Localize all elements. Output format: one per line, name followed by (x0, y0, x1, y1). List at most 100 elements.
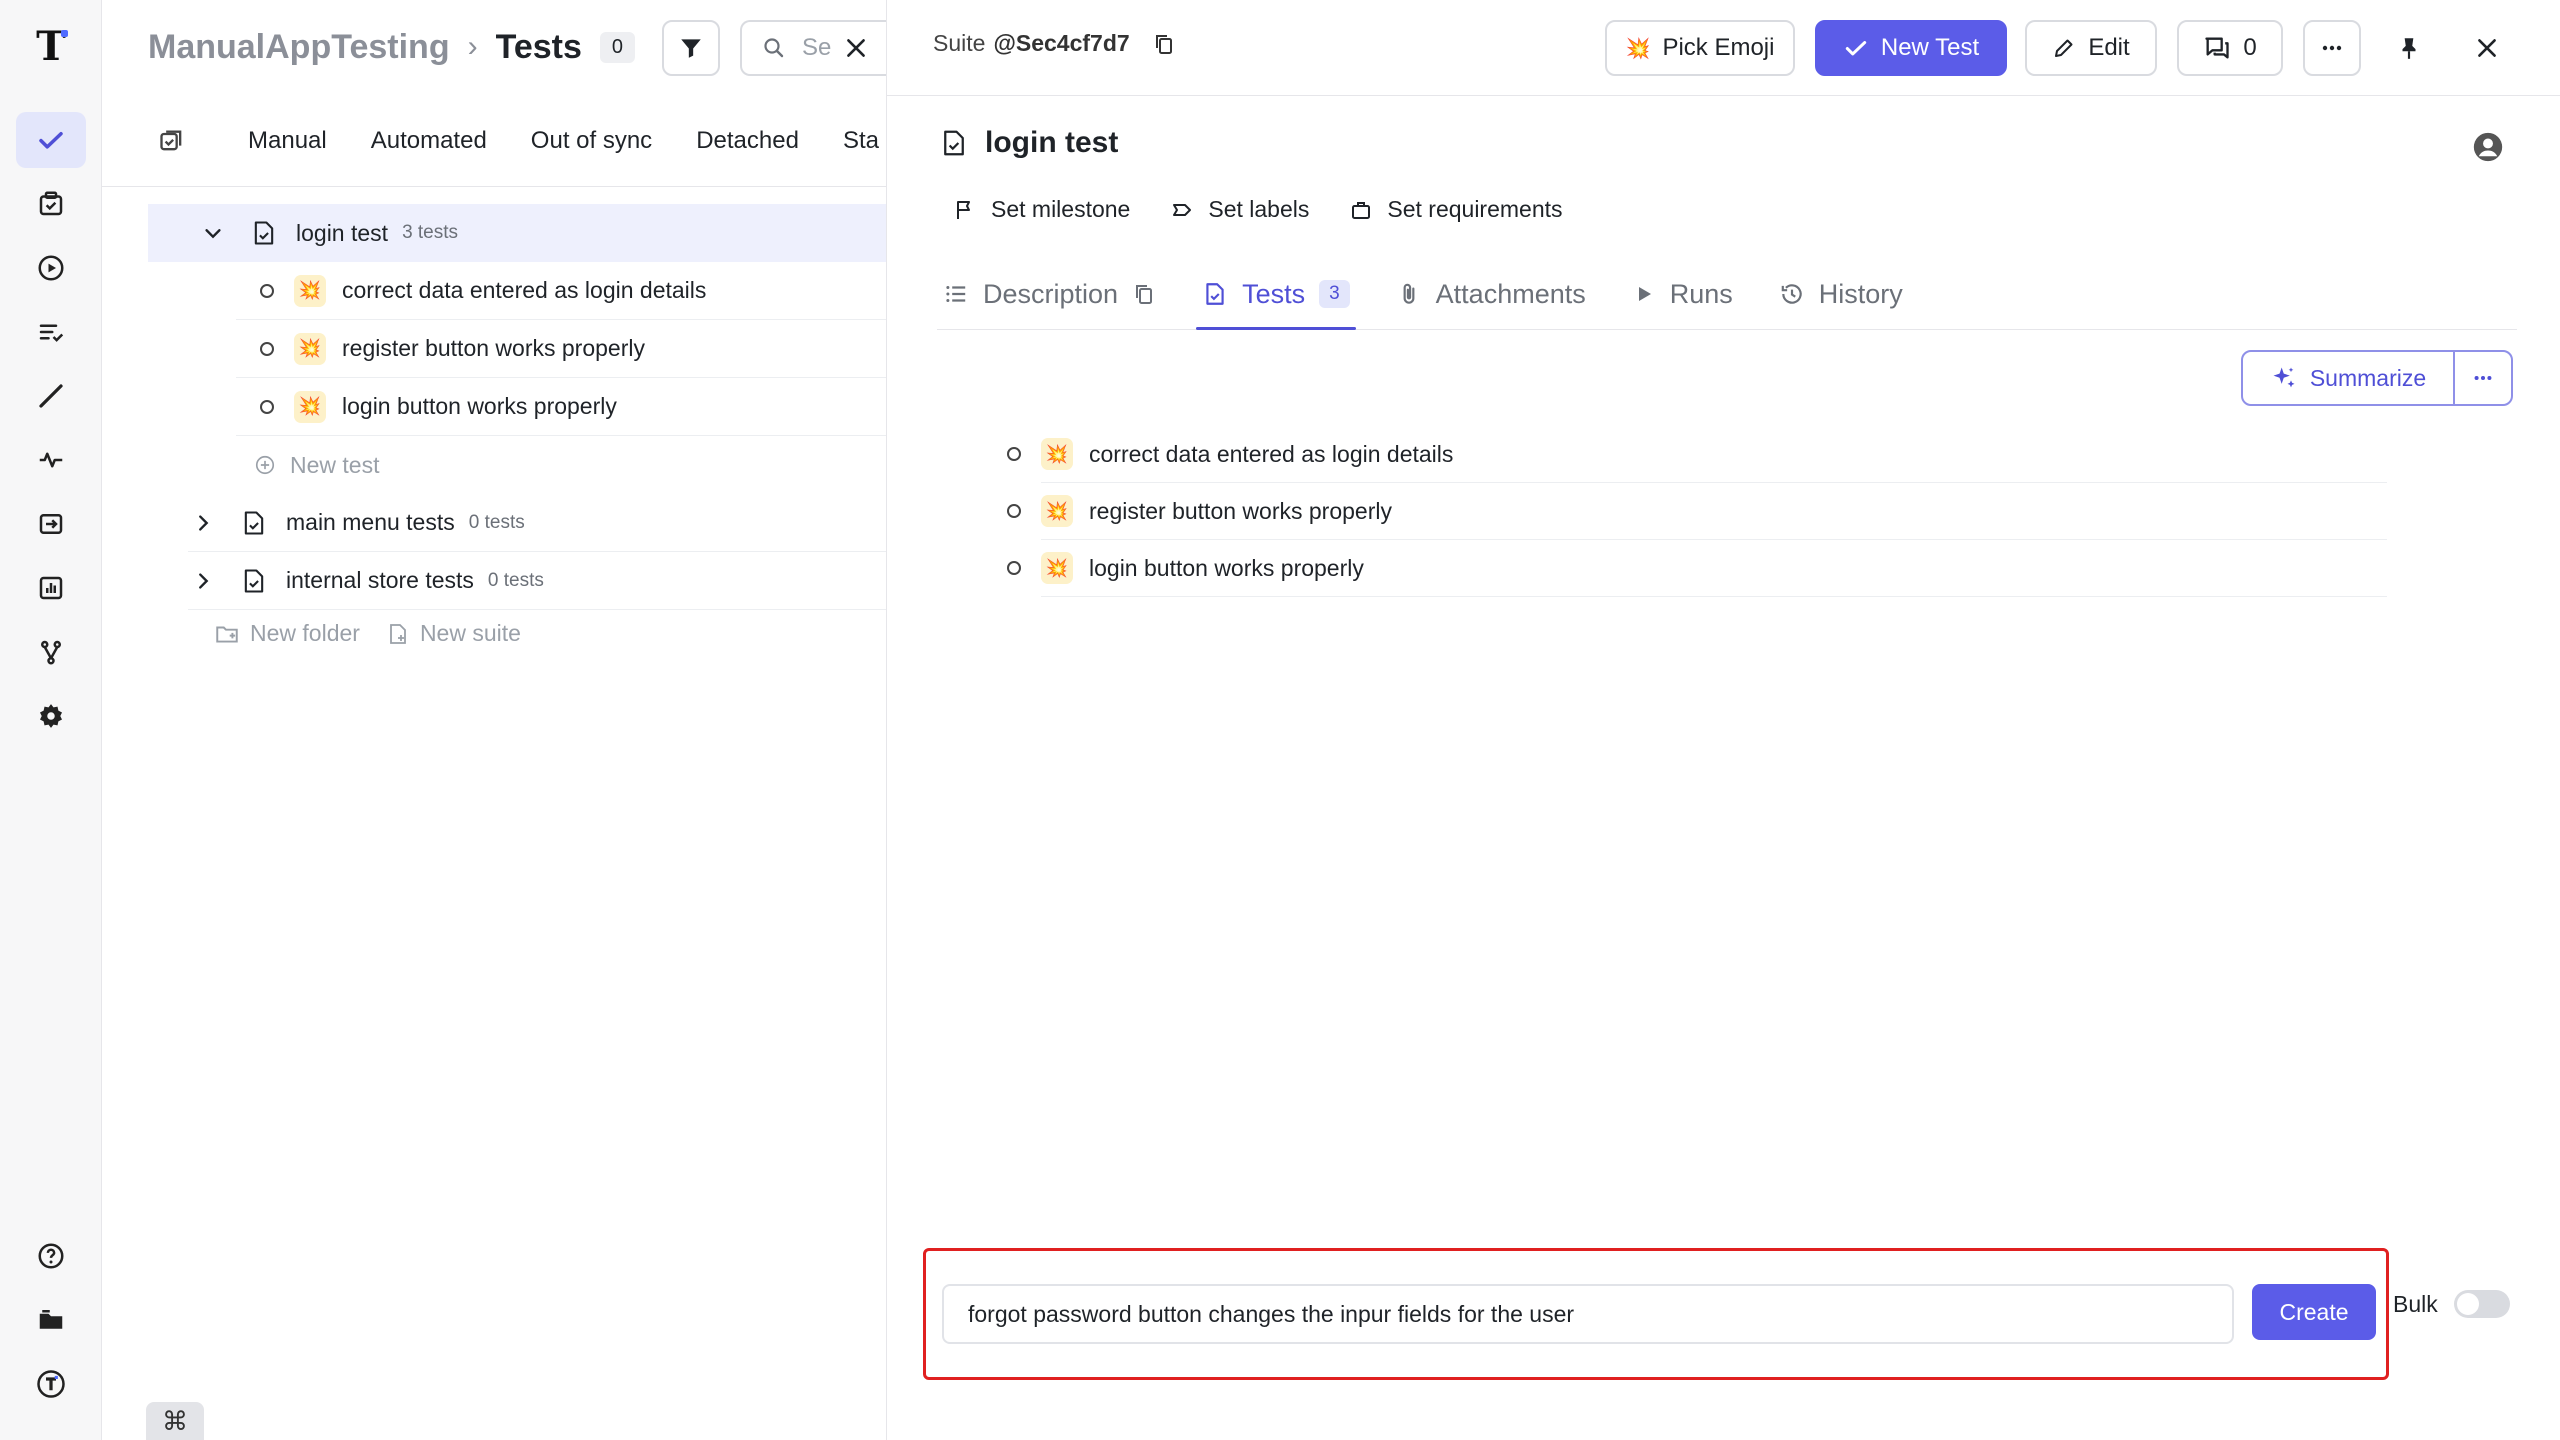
tests-nav-button[interactable] (16, 112, 86, 168)
history-icon (1781, 284, 1802, 304)
checkmark-icon (1845, 41, 1867, 56)
pencil-icon (2055, 39, 2073, 57)
new-folder-button[interactable]: New folder (214, 620, 360, 647)
steps-nav-button[interactable] (16, 368, 86, 424)
list-item[interactable]: 💥 register button works properly (1007, 483, 2387, 540)
close-icon (2478, 39, 2496, 57)
account-logo-icon (37, 1370, 65, 1398)
new-suite-button[interactable]: New suite (386, 620, 521, 647)
tree-suite-main-menu-tests[interactable]: main menu tests 0 tests (188, 494, 886, 552)
bulk-toggle[interactable] (2453, 1290, 2510, 1318)
breadcrumb-project[interactable]: ManualAppTesting (148, 28, 450, 67)
set-milestone-button[interactable]: Set milestone (953, 196, 1130, 223)
pick-emoji-button[interactable]: 💥 Pick Emoji (1605, 20, 1795, 76)
tab-description[interactable]: Description (937, 264, 1162, 324)
copy-icon[interactable] (1132, 282, 1156, 306)
account-nav-button[interactable] (16, 1356, 86, 1412)
app-logo-icon[interactable]: T (30, 26, 72, 68)
label-tag-icon (1173, 203, 1192, 216)
test-name: login button works properly (1089, 554, 1364, 581)
list-item[interactable]: 💥 correct data entered as login details (1007, 426, 2387, 483)
requirements-icon (1352, 201, 1371, 219)
projects-nav-button[interactable] (16, 1292, 86, 1348)
import-nav-button[interactable] (16, 496, 86, 552)
assignee-avatar[interactable] (2471, 130, 2505, 164)
chevron-right-icon[interactable] (188, 508, 218, 538)
filter-tab-out-of-sync[interactable]: Out of sync (531, 127, 652, 155)
branches-nav-button[interactable] (16, 624, 86, 680)
select-all-icon[interactable] (158, 127, 198, 155)
status-circle-icon (260, 399, 274, 414)
summarize-more-button[interactable] (2455, 352, 2511, 404)
test-name: register button works properly (1089, 497, 1392, 524)
sparkle-emoji-icon: 💥 (294, 332, 326, 365)
filter-tab-detached[interactable]: Detached (696, 127, 799, 155)
suite-file-icon (240, 566, 270, 596)
pick-emoji-label: Pick Emoji (1662, 34, 1775, 61)
tree-suite-login-test[interactable]: login test 3 tests (148, 204, 886, 262)
tab-attachments[interactable]: Attachments (1390, 264, 1592, 324)
search-close-button[interactable] (832, 24, 880, 72)
filter-tab-status[interactable]: Sta (843, 127, 879, 155)
suite-name: main menu tests (286, 509, 455, 535)
sparkle-emoji-icon: 💥 (1041, 552, 1073, 584)
tree-test-row[interactable]: 💥 login button works properly (236, 378, 886, 436)
new-folder-icon (216, 626, 238, 643)
settings-nav-button[interactable] (16, 688, 86, 744)
status-circle-icon (1007, 447, 1021, 461)
tree-test-row[interactable]: 💥 correct data entered as login details (236, 262, 886, 320)
list-check-icon (39, 324, 64, 342)
tab-history[interactable]: History (1773, 264, 1909, 324)
status-circle-icon (260, 341, 274, 356)
tab-runs[interactable]: Runs (1626, 264, 1739, 324)
copy-id-button[interactable] (1152, 32, 1176, 56)
suite-name: login test (296, 219, 389, 246)
close-icon (847, 39, 865, 57)
summarize-button[interactable]: Summarize (2243, 352, 2455, 404)
runs-nav-button[interactable] (16, 176, 86, 232)
play-nav-button[interactable] (16, 240, 86, 296)
new-test-title-input[interactable] (942, 1284, 2234, 1344)
set-requirements-label: Set requirements (1387, 196, 1563, 222)
set-labels-button[interactable]: Set labels (1170, 196, 1309, 223)
sparkle-emoji-icon: 💥 (294, 390, 326, 423)
chevron-right-icon[interactable] (188, 566, 218, 596)
help-nav-button[interactable] (16, 1228, 86, 1284)
close-panel-button[interactable] (2459, 20, 2515, 76)
plans-nav-button[interactable] (16, 304, 86, 360)
new-test-button[interactable]: New Test (1815, 20, 2007, 76)
filter-tab-manual[interactable]: Manual (248, 127, 327, 155)
filter-tab-automated[interactable]: Automated (371, 127, 487, 155)
new-test-button[interactable]: New test (236, 436, 886, 494)
quick-create-form: Create (923, 1248, 2389, 1380)
analytics-nav-button[interactable] (16, 560, 86, 616)
list-item[interactable]: 💥 login button works properly (1007, 540, 2387, 597)
bar-chart-icon (39, 576, 63, 600)
suite-file-icon (250, 218, 280, 248)
left-rail: T (0, 0, 102, 1440)
tree-test-row[interactable]: 💥 register button works properly (236, 320, 886, 378)
detail-tabs: Description Tests 3 Attachments Runs His… (937, 264, 2517, 330)
more-actions-button[interactable] (2303, 20, 2361, 76)
edit-button[interactable]: Edit (2025, 20, 2157, 76)
tab-tests[interactable]: Tests 3 (1196, 264, 1356, 330)
comments-button[interactable]: 0 (2177, 20, 2283, 76)
chevron-down-icon[interactable] (198, 218, 228, 248)
command-palette-button[interactable]: ⌘ (146, 1402, 204, 1440)
pulse-icon (39, 452, 63, 468)
test-file-icon (1206, 283, 1224, 305)
set-requirements-button[interactable]: Set requirements (1349, 196, 1563, 223)
suite-test-count: 0 tests (468, 511, 525, 533)
create-button[interactable]: Create (2252, 1284, 2376, 1340)
tree-suite-internal-store-tests[interactable]: internal store tests 0 tests (188, 552, 886, 610)
summarize-group: Summarize (2241, 350, 2513, 406)
pulse-nav-button[interactable] (16, 432, 86, 488)
pin-button[interactable] (2381, 20, 2437, 76)
folders-icon (39, 1310, 63, 1329)
funnel-icon (681, 39, 701, 58)
filter-button[interactable] (662, 20, 720, 76)
list-icon (946, 285, 966, 303)
gear-icon (40, 704, 62, 728)
stairs-icon (39, 384, 63, 408)
tab-description-label: Description (983, 278, 1119, 309)
